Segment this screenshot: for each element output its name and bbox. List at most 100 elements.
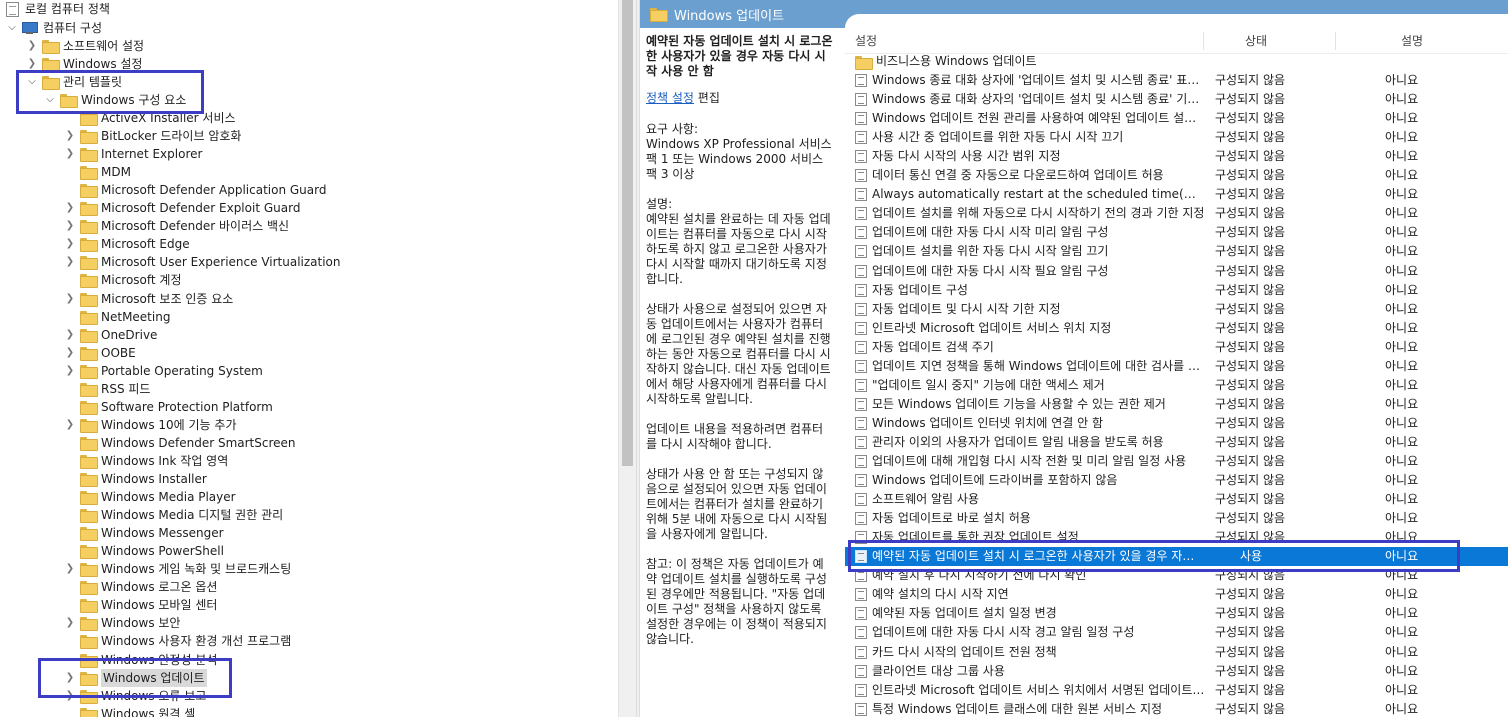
setting-row[interactable]: Windows 종료 대화 상자에 '업데이트 설치 및 시스템 종료' 표시 … — [845, 71, 1508, 90]
setting-row[interactable]: 모든 Windows 업데이트 기능을 사용할 수 있는 권한 제거 구성되지 않… — [845, 395, 1508, 414]
chevron-down-icon[interactable]: ⌵ — [44, 91, 56, 109]
setting-row[interactable]: 자동 업데이트 및 다시 시작 기한 지정 구성되지 않음 아니요 — [845, 300, 1508, 319]
tree-component-item[interactable]: ❯ Portable Operating System — [64, 362, 263, 380]
setting-row[interactable]: 사용 시간 중 업데이트를 위한 자동 다시 시작 끄기 구성되지 않음 아니요 — [845, 128, 1508, 147]
setting-row[interactable]: Windows 업데이트에 드라이버를 포함하지 않음 구성되지 않음 아니요 — [845, 471, 1508, 490]
setting-row[interactable]: Windows 종료 대화 상자의 '업데이트 설치 및 시스템 종료' 기본 … — [845, 90, 1508, 109]
setting-row[interactable]: 예약된 자동 업데이트 설치 시 로그온한 사용자가 있을 경우 자동 다시 시… — [845, 547, 1508, 567]
setting-row[interactable]: 소프트웨어 알림 사용 구성되지 않음 아니요 — [845, 490, 1508, 509]
chevron-right-icon[interactable]: ❯ — [64, 326, 76, 344]
setting-row[interactable]: 업데이트 설치를 위해 자동으로 다시 시작하기 전의 경과 기한 지정 구성되지… — [845, 204, 1508, 223]
tree-component-item[interactable]: ❯ Microsoft Edge — [64, 235, 190, 253]
tree-component-item[interactable]: Windows PowerShell — [64, 542, 224, 560]
setting-row[interactable]: 업데이트 설치를 위한 자동 다시 시작 알림 끄기 구성되지 않음 아니요 — [845, 242, 1508, 261]
setting-row[interactable]: 관리자 이외의 사용자가 업데이트 알림 내용을 받도록 허용 구성되지 않음 아니… — [845, 433, 1508, 452]
tree-component-item[interactable]: ❯ Microsoft Defender Exploit Guard — [64, 199, 300, 217]
chevron-right-icon[interactable]: ❯ — [26, 55, 38, 73]
tree-component-item[interactable]: Windows Messenger — [64, 524, 224, 542]
tree-component-item[interactable]: ActiveX Installer 서비스 — [64, 109, 236, 127]
tree-component-item[interactable]: Microsoft 계정 — [64, 271, 182, 289]
setting-row[interactable]: 자동 업데이트 검색 주기 구성되지 않음 아니요 — [845, 338, 1508, 357]
tree-component-item[interactable]: Windows 안정성 분석 — [64, 651, 217, 669]
tree-component-item[interactable]: ❯ Windows 오류 보고 — [64, 687, 206, 705]
tree-component-item[interactable]: Windows 사용자 환경 개선 프로그램 — [64, 632, 291, 650]
setting-row[interactable]: 카드 다시 시작의 업데이트 전원 정책 구성되지 않음 아니요 — [845, 643, 1508, 662]
column-comment[interactable]: 설명 — [1401, 28, 1423, 54]
setting-row[interactable]: 데이터 통신 연결 중 자동으로 다운로드하여 업데이트 허용 구성되지 않음 아니… — [845, 166, 1508, 185]
setting-row[interactable]: 특정 Windows 업데이트 클래스에 대한 원본 서비스 지정 구성되지 않음… — [845, 700, 1508, 717]
tree-component-item[interactable]: Microsoft Defender Application Guard — [64, 181, 326, 199]
setting-row[interactable]: 업데이트 지연 정책을 통해 Windows 업데이트에 대한 검사를 수행하지… — [845, 357, 1508, 376]
column-separator[interactable] — [1335, 32, 1336, 50]
tree-windows-settings[interactable]: ❯ Windows 설정 — [26, 55, 142, 73]
chevron-right-icon[interactable]: ❯ — [64, 687, 76, 705]
chevron-down-icon[interactable]: ⌵ — [26, 73, 38, 91]
tree-component-item[interactable]: ❯ Windows 업데이트 — [64, 668, 207, 687]
setting-row[interactable]: 자동 업데이트로 바로 설치 허용 구성되지 않음 아니요 — [845, 509, 1508, 528]
tree-component-item[interactable]: Windows 모바일 센터 — [64, 596, 217, 614]
setting-row[interactable]: 자동 업데이트를 통한 권장 업데이트 설정 구성되지 않음 아니요 — [845, 528, 1508, 547]
chevron-right-icon[interactable]: ❯ — [64, 199, 76, 217]
chevron-right-icon[interactable]: ❯ — [64, 253, 76, 271]
tree-scrollbar-thumb[interactable] — [622, 0, 633, 466]
chevron-right-icon[interactable]: ❯ — [64, 344, 76, 362]
chevron-right-icon[interactable]: ❯ — [64, 145, 76, 163]
setting-row[interactable]: 업데이트에 대한 자동 다시 시작 경고 알림 일정 구성 구성되지 않음 아니요 — [845, 623, 1508, 642]
chevron-right-icon[interactable]: ❯ — [64, 217, 76, 235]
tree-component-item[interactable]: ❯ Microsoft Defender 바이러스 백신 — [64, 217, 289, 235]
tree-component-item[interactable]: Windows 원격 셸 — [64, 705, 195, 717]
chevron-right-icon[interactable]: ❯ — [64, 560, 76, 578]
chevron-right-icon[interactable]: ❯ — [64, 416, 76, 434]
chevron-right-icon[interactable]: ❯ — [64, 235, 76, 253]
setting-row[interactable]: 예약 설치 후 다시 시작하기 전에 다시 확인 구성되지 않음 아니요 — [845, 566, 1508, 585]
tree-component-item[interactable]: Software Protection Platform — [64, 398, 273, 416]
chevron-right-icon[interactable]: ❯ — [64, 362, 76, 380]
setting-row[interactable]: 인트라넷 Microsoft 업데이트 서비스 위치 지정 구성되지 않음 아니요 — [845, 319, 1508, 338]
tree-computer-config[interactable]: ⌵ 컴퓨터 구성 — [6, 19, 102, 37]
chevron-right-icon[interactable]: ❯ — [64, 614, 76, 632]
setting-row[interactable]: 자동 업데이트 구성 구성되지 않음 아니요 — [845, 281, 1508, 300]
tree-software-settings[interactable]: ❯ 소프트웨어 설정 — [26, 37, 144, 55]
tree-scrollbar[interactable] — [618, 0, 636, 717]
tree-root[interactable]: 로컬 컴퓨터 정책 — [6, 0, 110, 18]
tree-component-item[interactable]: Windows 로그온 옵션 — [64, 578, 217, 596]
tree-component-item[interactable]: Windows Media Player — [64, 488, 236, 506]
folder-row-business-update[interactable]: 비즈니스용 Windows 업데이트 — [845, 52, 1508, 71]
setting-row[interactable]: 예약된 자동 업데이트 설치 일정 변경 구성되지 않음 아니요 — [845, 604, 1508, 623]
column-state[interactable]: 상태 — [1245, 28, 1267, 54]
chevron-down-icon[interactable]: ⌵ — [6, 19, 18, 37]
setting-row[interactable]: 예약 설치의 다시 시작 지연 구성되지 않음 아니요 — [845, 585, 1508, 604]
chevron-right-icon[interactable]: ❯ — [64, 127, 76, 145]
tree-admin-templates[interactable]: ⌵ 관리 템플릿 — [26, 73, 122, 91]
setting-row[interactable]: 업데이트에 대한 자동 다시 시작 필요 알림 구성 구성되지 않음 아니요 — [845, 262, 1508, 281]
tree-component-item[interactable]: RSS 피드 — [64, 380, 150, 398]
setting-row[interactable]: "업데이트 일시 중지" 기능에 대한 액세스 제거 구성되지 않음 아니요 — [845, 376, 1508, 395]
tree-component-item[interactable]: Windows Ink 작업 영역 — [64, 452, 228, 470]
tree-component-item[interactable]: Windows Media 디지털 권한 관리 — [64, 506, 283, 524]
tree-windows-components[interactable]: ⌵ Windows 구성 요소 — [44, 91, 186, 109]
tree-component-item[interactable]: MDM — [64, 163, 131, 181]
tree-component-item[interactable]: ❯ BitLocker 드라이브 암호화 — [64, 127, 241, 145]
chevron-right-icon[interactable]: ❯ — [26, 37, 38, 55]
tree-component-item[interactable]: NetMeeting — [64, 308, 170, 326]
edit-policy-link[interactable]: 정책 설정 — [646, 91, 694, 105]
tree-component-item[interactable]: ❯ OOBE — [64, 344, 136, 362]
setting-row[interactable]: 업데이트에 대해 개입형 다시 시작 전환 및 미리 알림 일정 사용 구성되지 … — [845, 452, 1508, 471]
tree-component-item[interactable]: ❯ OneDrive — [64, 326, 157, 344]
setting-row[interactable]: 클라이언트 대상 그룹 사용 구성되지 않음 아니요 — [845, 662, 1508, 681]
setting-row[interactable]: Windows 업데이트 인터넷 위치에 연결 안 함 구성되지 않음 아니요 — [845, 414, 1508, 433]
column-separator[interactable] — [1203, 32, 1204, 50]
setting-row[interactable]: 인트라넷 Microsoft 업데이트 서비스 위치에서 서명된 업데이트 허용… — [845, 681, 1508, 700]
tree-component-item[interactable]: ❯ Internet Explorer — [64, 145, 202, 163]
tree-component-item[interactable]: ❯ Microsoft 보조 인증 요소 — [64, 290, 233, 308]
tree-component-item[interactable]: ❯ Windows 게임 녹화 및 브로드캐스팅 — [64, 560, 291, 578]
setting-row[interactable]: 업데이트에 대한 자동 다시 시작 미리 알림 구성 구성되지 않음 아니요 — [845, 223, 1508, 242]
setting-row[interactable]: Windows 업데이트 전원 관리를 사용하여 예약된 업데이트 설치를 위해… — [845, 109, 1508, 128]
column-setting[interactable]: 설정 — [855, 28, 877, 54]
setting-row[interactable]: Always automatically restart at the sche… — [845, 185, 1508, 204]
tree-component-item[interactable]: Windows Defender SmartScreen — [64, 434, 296, 452]
setting-row[interactable]: 자동 다시 시작의 사용 시간 범위 지정 구성되지 않음 아니요 — [845, 147, 1508, 166]
chevron-right-icon[interactable]: ❯ — [64, 290, 76, 308]
chevron-right-icon[interactable]: ❯ — [64, 669, 76, 687]
tree-component-item[interactable]: ❯ Microsoft User Experience Virtualizatio… — [64, 253, 341, 271]
